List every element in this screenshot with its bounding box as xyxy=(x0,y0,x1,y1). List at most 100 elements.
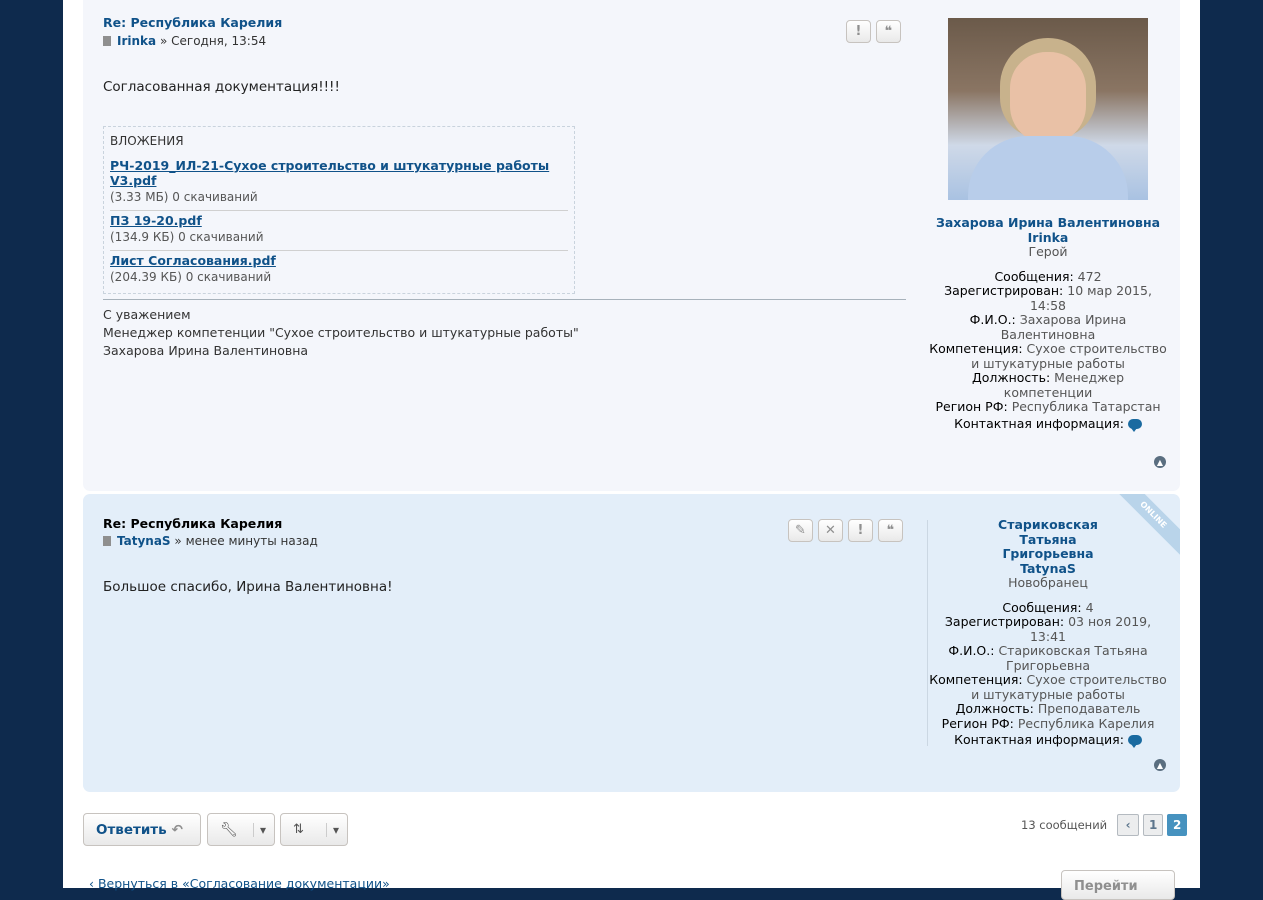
field-key: Контактная информация: xyxy=(954,732,1124,747)
reply-icon: ↶ xyxy=(171,821,183,838)
profile-rank: Новобранец xyxy=(1008,575,1088,590)
profile-field: Зарегистрирован: 10 мар 2015, 14:58 xyxy=(928,283,1168,313)
attachments-box: ВЛОЖЕНИЯ РЧ-2019_ИЛ-21-Сухое строительст… xyxy=(103,126,575,294)
profile-username[interactable]: Irinka xyxy=(928,230,1168,246)
attachments-heading: ВЛОЖЕНИЯ xyxy=(110,134,184,148)
attachment-link[interactable]: РЧ-2019_ИЛ-21-Сухое строительство и штук… xyxy=(110,158,568,188)
profile-field: Зарегистрирован: 03 ноя 2019, 13:41 xyxy=(928,614,1168,644)
field-key: Зарегистрирован: xyxy=(944,283,1064,298)
profile-field: Компетенция: Сухое строительство и штука… xyxy=(928,341,1168,371)
attachment-item: Лист Согласования.pdf (204.39 КБ) 0 скач… xyxy=(110,251,568,290)
avatar-shirt xyxy=(968,136,1128,200)
back-link[interactable]: ‹ Вернуться в «Согласование документации… xyxy=(89,876,390,891)
post-meta: TatynaS » менее минуты назад xyxy=(103,534,318,548)
back-to-top-icon[interactable]: ▲ xyxy=(1154,456,1166,468)
field-key: Регион РФ: xyxy=(935,399,1008,414)
attachment-item: ПЗ 19-20.pdf (134.9 КБ) 0 скачиваний xyxy=(110,211,568,251)
signature: С уважением Менеджер компетенции "Сухое … xyxy=(103,299,906,360)
post-buttons: ✎ ✕ ! ❝ xyxy=(788,519,903,542)
current-page[interactable]: 2 xyxy=(1167,814,1188,836)
signature-line: С уважением xyxy=(103,307,191,322)
profile-field: Ф.И.О.: Захарова Ирина Валентиновна xyxy=(928,312,1168,342)
post-meta: Irinka » Сегодня, 13:54 xyxy=(103,34,266,48)
profile-contact: Контактная информация: xyxy=(928,415,1168,432)
field-key: Сообщения: xyxy=(994,268,1074,284)
post-icon[interactable] xyxy=(103,36,111,46)
post-body: Согласованная документация!!!! xyxy=(103,79,340,95)
delete-button[interactable]: ✕ xyxy=(818,519,843,542)
prev-page-button[interactable]: ‹ xyxy=(1117,814,1140,836)
field-key: Сообщения: xyxy=(1002,599,1082,615)
field-key: Контактная информация: xyxy=(954,415,1124,431)
post-icon[interactable] xyxy=(103,536,111,546)
attachment-info: (3.33 МБ) 0 скачиваний xyxy=(110,190,258,204)
field-key: Компетенция: xyxy=(929,672,1023,687)
meta-separator: » xyxy=(159,34,168,48)
quote-button[interactable]: ❝ xyxy=(878,519,903,542)
field-value: Стариковская Татьяна Григорьевна xyxy=(998,643,1148,673)
attachment-info: (134.9 КБ) 0 скачиваний xyxy=(110,230,264,244)
profile-username[interactable]: TatynaS xyxy=(928,561,1168,577)
field-value: Захарова Ирина Валентиновна xyxy=(1000,312,1127,342)
wrench-icon: 🔧︎ xyxy=(220,821,238,838)
field-value: 472 xyxy=(1077,268,1102,284)
reply-button[interactable]: Ответить ↶ xyxy=(83,813,201,846)
edit-button[interactable]: ✎ xyxy=(788,519,813,542)
field-key: Компетенция: xyxy=(929,341,1023,356)
field-key: Зарегистрирован: xyxy=(944,614,1065,629)
post-time: менее минуты назад xyxy=(185,534,318,548)
avatar-face xyxy=(1010,52,1086,144)
post-title[interactable]: Re: Республика Карелия xyxy=(103,516,282,531)
avatar[interactable] xyxy=(948,18,1148,200)
post-author[interactable]: Irinka xyxy=(117,34,156,48)
page-content: Re: Республика Карелия Irinka » Сегодня,… xyxy=(63,0,1200,900)
profile-field: Сообщения: 472 xyxy=(928,268,1168,285)
profile-field: Компетенция: Сухое строительство и штука… xyxy=(928,672,1168,702)
profile-panel: Захарова Ирина Валентиновна Irinka Герой… xyxy=(928,215,1168,432)
field-key: Ф.И.О.: xyxy=(969,312,1016,327)
field-key: Ф.И.О.: xyxy=(948,643,995,658)
back-to-top-icon[interactable]: ▲ xyxy=(1154,759,1166,771)
jump-button[interactable]: Перейти xyxy=(1061,870,1175,900)
profile-rank: Герой xyxy=(1028,244,1068,259)
page-button[interactable]: 1 xyxy=(1143,814,1164,836)
field-key: Должность: xyxy=(971,370,1051,385)
pagination: 13 сообщений ‹ 1 2 xyxy=(1021,814,1188,836)
profile-panel: Стариковская Татьяна Григорьевна TatynaS… xyxy=(928,517,1168,748)
profile-fullname: Стариковская Татьяна Григорьевна xyxy=(998,517,1098,561)
signature-line: Менеджер компетенции "Сухое строительств… xyxy=(103,325,579,340)
quote-button[interactable]: ❝ xyxy=(876,20,901,43)
profile-field: Должность: Преподаватель xyxy=(928,701,1168,717)
profile-field: Регион РФ: Республика Карелия xyxy=(928,715,1168,732)
sort-dropdown[interactable]: ⇅ ▾ xyxy=(280,813,348,846)
field-value: Преподаватель xyxy=(1037,701,1141,716)
report-button[interactable]: ! xyxy=(848,519,873,542)
post-time: Сегодня, 13:54 xyxy=(171,34,267,48)
profile-field: Ф.И.О.: Стариковская Татьяна Григорьевна xyxy=(928,643,1168,673)
attachment-link[interactable]: ПЗ 19-20.pdf xyxy=(110,213,202,228)
profile-field: Регион РФ: Республика Татарстан xyxy=(928,399,1168,415)
post-buttons: ! ❝ xyxy=(846,20,901,43)
chat-bubble-icon[interactable] xyxy=(1127,418,1142,432)
field-value: 4 xyxy=(1085,599,1094,615)
profile-field: Сообщения: 4 xyxy=(928,599,1168,616)
field-value: Республика Татарстан xyxy=(1011,399,1161,414)
dropdown-caret-icon: ▾ xyxy=(252,822,266,837)
attachment-item: РЧ-2019_ИЛ-21-Сухое строительство и штук… xyxy=(110,156,568,211)
signature-line: Захарова Ирина Валентиновна xyxy=(103,343,309,358)
post-author[interactable]: TatynaS xyxy=(117,534,171,548)
profile-contact: Контактная информация: xyxy=(928,732,1168,748)
post-body: Большое спасибо, Ирина Валентиновна! xyxy=(103,579,393,595)
post-count: 13 сообщений xyxy=(1021,818,1108,832)
profile-field: Должность: Менеджер компетенции xyxy=(928,370,1168,400)
post-2: ONLINE Re: Республика Карелия TatynaS » … xyxy=(83,494,1180,792)
post-title[interactable]: Re: Республика Карелия xyxy=(103,15,282,30)
field-value: Республика Карелия xyxy=(1017,715,1155,731)
report-button[interactable]: ! xyxy=(846,20,871,43)
profile-fullname: Захарова Ирина Валентиновна xyxy=(935,215,1161,230)
tools-dropdown[interactable]: 🔧︎ ▾ xyxy=(207,813,275,846)
attachment-link[interactable]: Лист Согласования.pdf xyxy=(110,253,276,268)
attachment-info: (204.39 КБ) 0 скачиваний xyxy=(110,270,272,284)
post-1: Re: Республика Карелия Irinka » Сегодня,… xyxy=(83,0,1180,491)
chat-bubble-icon[interactable] xyxy=(1127,735,1142,748)
